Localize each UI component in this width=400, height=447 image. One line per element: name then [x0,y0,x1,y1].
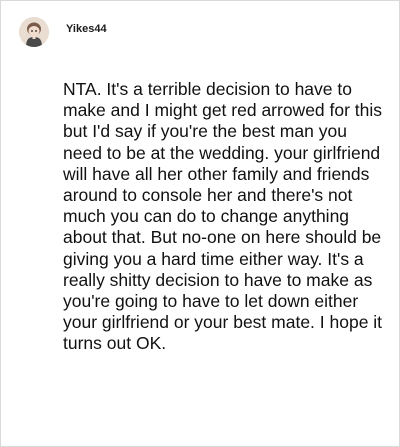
avatar[interactable] [19,17,49,47]
comment-body: NTA. It's a terrible decision to have to… [63,79,383,354]
comment-header: Yikes44 [19,17,107,47]
snoo-avatar-icon [19,17,49,47]
comment-card: Yikes44 NTA. It's a terrible decision to… [0,0,400,447]
username[interactable]: Yikes44 [66,23,107,35]
